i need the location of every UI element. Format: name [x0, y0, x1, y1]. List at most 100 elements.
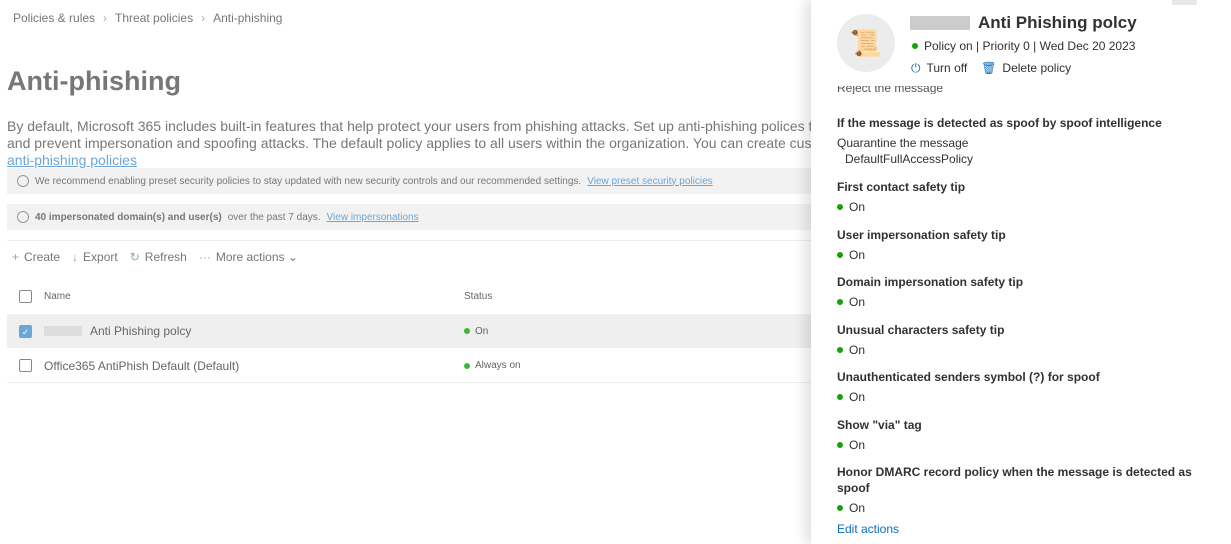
toolbar: + Create ↓ Export ↻ Refresh ··· More actions…	[12, 250, 298, 264]
main-page: Policies & rules › Threat policies › Anti-…	[0, 0, 811, 544]
status-dot-icon	[837, 251, 843, 258]
export-button[interactable]: ↓ Export	[72, 250, 118, 264]
breadcrumb-threat[interactable]: Threat policies	[115, 11, 193, 25]
status-dot-icon	[464, 328, 470, 334]
edit-actions-link[interactable]: Edit actions	[837, 521, 900, 537]
breadcrumb-current: Anti-phishing	[213, 11, 283, 25]
setting-heading: Domain impersonation safety tip	[837, 275, 1024, 289]
setting-heading: User impersonation safety tip	[837, 227, 1006, 242]
info-text: over the past 7 days.	[227, 211, 321, 223]
setting-value-text: On	[849, 390, 866, 404]
status-dot-icon	[837, 299, 843, 305]
status-dot-icon	[837, 346, 843, 353]
redacted-text	[44, 326, 82, 336]
row-checkbox[interactable]: ✓	[19, 324, 32, 338]
row-name[interactable]: Office365 AntiPhish Default (Default)	[44, 359, 239, 373]
select-all-checkbox[interactable]	[19, 289, 32, 303]
setting-value: On	[837, 294, 1217, 310]
breadcrumb: Policies & rules › Threat policies › Anti-…	[13, 11, 282, 25]
chevron-down-icon: ⌄	[287, 250, 298, 264]
clipped-text: Reject the message	[837, 86, 944, 94]
setting-value-text: On	[849, 295, 866, 309]
table-row[interactable]: Office365 AntiPhish Default (Default) Al…	[7, 349, 811, 383]
status-dot-icon	[837, 204, 843, 210]
setting-value-text: On	[849, 342, 866, 357]
setting-value: Quarantine the message	[837, 136, 969, 150]
setting-value: On	[837, 437, 1217, 453]
export-label: Export	[83, 250, 118, 264]
desc-line: and prevent impersonation and spoofing a…	[7, 135, 811, 151]
row-status: On	[464, 326, 488, 337]
status-dot-icon	[837, 505, 843, 511]
column-name[interactable]: Name	[44, 291, 71, 302]
create-button[interactable]: + Create	[12, 250, 60, 264]
turn-off-button[interactable]: ⏻ Turn off	[911, 61, 967, 76]
power-icon: ⏻	[911, 61, 921, 75]
lightbulb-icon	[17, 175, 29, 187]
breadcrumb-policies[interactable]: Policies & rules	[13, 11, 95, 25]
divider	[7, 240, 811, 241]
setting-value-text: On	[849, 437, 866, 452]
setting-heading: Show "via" tag	[837, 417, 922, 432]
setting-heading: Unauthenticated senders symbol (?) for s…	[837, 370, 1100, 384]
view-impersonations-link[interactable]: View impersonations	[327, 212, 419, 223]
setting-value: On	[837, 199, 1217, 215]
download-icon: ↓	[72, 250, 79, 264]
setting-heading: First contact safety tip	[837, 180, 966, 194]
lightbulb-icon	[17, 211, 29, 223]
info-text: We recommend enabling preset security po…	[35, 175, 582, 187]
setting-heading: If the message is detected as spoof by s…	[837, 116, 1162, 130]
status-dot-icon	[912, 43, 918, 49]
impersonation-count: 40 impersonated domain(s) and user(s)	[35, 211, 222, 223]
row-status: Always on	[464, 360, 521, 371]
refresh-label: Refresh	[144, 250, 187, 264]
turn-off-label: Turn off	[926, 61, 968, 75]
anti-phishing-link[interactable]: anti-phishing policies	[7, 152, 137, 168]
setting-value: On	[837, 247, 1217, 263]
setting-item: Unauthenticated senders symbol (?) for s…	[837, 369, 1217, 405]
setting-item: Honor DMARC record policy when the messa…	[837, 464, 1217, 516]
table-header: Name Status	[7, 279, 811, 313]
refresh-icon: ↻	[129, 250, 140, 264]
setting-value-text: On	[849, 247, 866, 262]
page-description: By default, Microsoft 365 includes built…	[7, 118, 811, 169]
ellipsis-icon: ···	[198, 250, 211, 264]
policy-details-panel: 📜 Anti Phishing polcy Policy on | Priori…	[811, 0, 1231, 544]
setting-heading: Honor DMARC record policy when the messa…	[837, 465, 1192, 495]
setting-value: On	[837, 500, 1217, 516]
create-label: Create	[24, 250, 61, 264]
status-text: On	[475, 325, 489, 337]
delete-label: Delete policy	[1002, 61, 1072, 75]
setting-value-text: On	[849, 200, 866, 214]
scroll-document-icon: 📜	[837, 14, 895, 72]
close-button[interactable]	[1172, 0, 1197, 5]
row-name[interactable]: Anti Phishing polcy	[90, 324, 191, 338]
policy-status-text: Policy on | Priority 0 | Wed Dec 20 2023	[924, 39, 1136, 53]
recommendation-bar: We recommend enabling preset security po…	[7, 168, 811, 194]
setting-item: User impersonation safety tip On	[837, 227, 1217, 263]
more-actions-button[interactable]: ··· More actions ⌄	[199, 250, 298, 264]
view-preset-link[interactable]: View preset security policies	[587, 176, 712, 187]
panel-content: Reject the message If the message is det…	[837, 86, 1217, 516]
trash-icon: 🗑	[981, 61, 997, 75]
status-text: Always on	[475, 360, 521, 371]
more-label: More actions	[215, 250, 285, 264]
setting-item: Unusual characters safety tip On	[837, 322, 1217, 358]
panel-actions: ⏻ Turn off 🗑 Delete policy	[911, 61, 1071, 76]
setting-heading: Unusual characters safety tip	[837, 322, 1005, 337]
setting-value-text: On	[849, 501, 866, 515]
refresh-button[interactable]: ↻ Refresh	[130, 250, 187, 264]
setting-item: First contact safety tip On	[837, 179, 1217, 215]
table-row[interactable]: ✓ Anti Phishing polcy On	[7, 314, 811, 348]
chevron-right-icon: ›	[201, 11, 206, 25]
page-title: Anti-phishing	[7, 66, 181, 96]
panel-title-text: Anti Phishing polcy	[978, 13, 1137, 32]
column-status[interactable]: Status	[464, 291, 492, 302]
row-checkbox[interactable]	[19, 359, 32, 372]
desc-line: By default, Microsoft 365 includes built…	[7, 118, 811, 134]
setting-value: On	[837, 389, 1217, 405]
panel-title: Anti Phishing polcy	[910, 13, 1137, 33]
impersonation-bar: 40 impersonated domain(s) and user(s) ov…	[7, 204, 811, 230]
status-dot-icon	[837, 394, 843, 400]
delete-policy-button[interactable]: 🗑 Delete policy	[981, 61, 1071, 76]
